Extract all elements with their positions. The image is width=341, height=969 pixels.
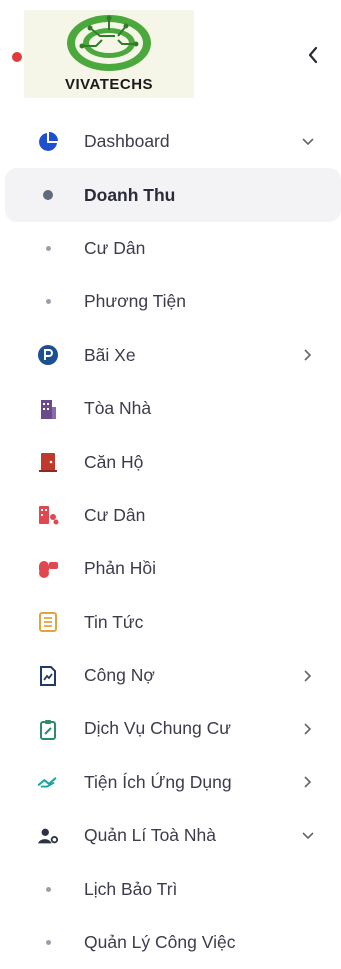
menu-item-bai-xe[interactable]: Bãi Xe — [0, 329, 341, 382]
feedback-icon — [37, 558, 59, 580]
menu-label-phan-hoi: Phản Hồi — [84, 558, 156, 579]
menu-label-lich-bao-tri: Lịch Bảo Trì — [84, 878, 178, 899]
menu-label-doanh-thu: Doanh Thu — [84, 184, 176, 205]
handshake-icon — [37, 771, 59, 793]
bullet-icon — [37, 878, 59, 900]
menu-label-tin-tuc: Tin Tức — [84, 611, 144, 632]
menu-item-doanh-thu[interactable]: Doanh Thu — [5, 168, 341, 222]
menu-item-dich-vu[interactable]: Dịch Vụ Chung Cư — [0, 702, 341, 755]
residents-icon — [37, 504, 59, 526]
menu-label-dashboard: Dashboard — [84, 131, 170, 152]
menu-label-can-ho: Căn Hộ — [84, 451, 144, 472]
sidebar-header: VIVATECHS — [0, 0, 341, 110]
bullet-icon — [37, 237, 59, 259]
sidebar-menu: Dashboard Doanh Thu Cư Dân Phương Tiện B… — [0, 115, 341, 969]
news-icon — [37, 611, 59, 633]
pie-chart-icon — [37, 131, 59, 153]
collapse-sidebar-button[interactable] — [302, 44, 324, 66]
menu-label-dich-vu: Dịch Vụ Chung Cư — [84, 718, 231, 739]
menu-label-quan-li: Quản Lí Toà Nhà — [84, 825, 216, 846]
circuit-logo-icon — [67, 15, 151, 71]
bullet-icon — [37, 932, 59, 954]
menu-item-cu-dan[interactable]: Cư Dân — [0, 489, 341, 542]
parking-icon — [37, 344, 59, 366]
chevron-down-icon — [300, 134, 316, 150]
chevron-right-icon — [300, 774, 316, 790]
chevron-down-icon — [300, 828, 316, 844]
chevron-left-icon — [308, 46, 318, 64]
menu-item-cu-dan-sub[interactable]: Cư Dân — [0, 222, 341, 275]
menu-item-phan-hoi[interactable]: Phản Hồi — [0, 542, 341, 595]
brand-name: VIVATECHS — [64, 76, 154, 93]
notification-dot — [12, 52, 22, 62]
menu-item-tien-ich[interactable]: Tiện Ích Ứng Dụng — [0, 756, 341, 809]
menu-item-can-ho[interactable]: Căn Hộ — [0, 435, 341, 488]
menu-label-bai-xe: Bãi Xe — [84, 344, 136, 365]
menu-label-cu-dan: Cư Dân — [84, 504, 146, 525]
menu-item-quan-li[interactable]: Quản Lí Toà Nhà — [0, 809, 341, 862]
brand-logo[interactable]: VIVATECHS — [24, 10, 194, 98]
bullet-icon — [37, 291, 59, 313]
menu-label-quan-ly-cong-viec: Quản Lý Công Việc — [84, 932, 236, 953]
menu-item-toa-nha[interactable]: Tòa Nhà — [0, 382, 341, 435]
building-icon — [37, 398, 59, 420]
menu-item-lich-bao-tri[interactable]: Lịch Bảo Trì — [0, 862, 341, 915]
menu-item-cong-no[interactable]: Công Nợ — [0, 649, 341, 702]
menu-label-phuong-tien: Phương Tiện — [84, 291, 187, 312]
menu-label-tien-ich: Tiện Ích Ứng Dụng — [84, 771, 232, 792]
menu-item-phuong-tien[interactable]: Phương Tiện — [0, 275, 341, 328]
menu-item-tin-tuc[interactable]: Tin Tức — [0, 596, 341, 649]
menu-label-cong-no: Công Nợ — [84, 665, 155, 686]
chevron-right-icon — [300, 721, 316, 737]
menu-item-quan-ly-cong-viec[interactable]: Quản Lý Công Việc — [0, 916, 341, 969]
menu-label-toa-nha: Tòa Nhà — [84, 398, 152, 419]
menu-label-cu-dan-sub: Cư Dân — [84, 237, 146, 258]
chevron-right-icon — [300, 668, 316, 684]
user-settings-icon — [37, 825, 59, 847]
bullet-icon — [37, 184, 59, 206]
report-icon — [37, 665, 59, 687]
chevron-right-icon — [300, 347, 316, 363]
door-icon — [37, 451, 59, 473]
menu-item-dashboard[interactable]: Dashboard — [0, 115, 341, 168]
clipboard-icon — [37, 718, 59, 740]
